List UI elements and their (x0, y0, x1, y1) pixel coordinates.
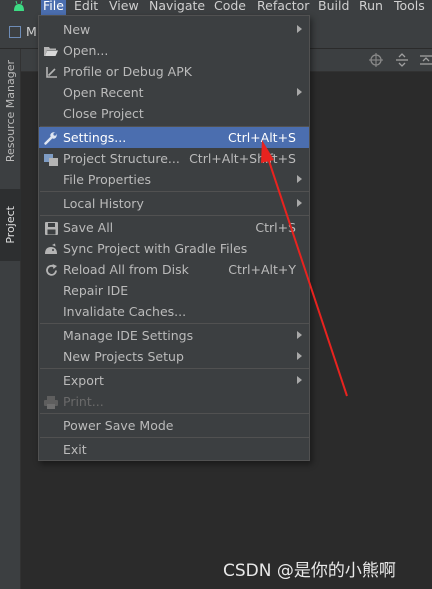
menu-item-label: Close Project (63, 106, 144, 121)
menu-separator (40, 323, 310, 324)
menu-item-shortcut: Ctrl+Alt+Y (228, 262, 296, 277)
menu-build[interactable]: Build (316, 0, 351, 15)
project-name[interactable]: M (26, 24, 37, 39)
gradle-sync-icon (43, 241, 59, 257)
submenu-arrow-icon (297, 25, 302, 33)
menu-item-sync-gradle[interactable]: Sync Project with Gradle Files (39, 238, 309, 259)
menu-item-label: Invalidate Caches... (63, 304, 187, 319)
menu-item-repair-ide[interactable]: Repair IDE (39, 280, 309, 301)
menu-item-new[interactable]: New (39, 19, 309, 40)
folder-open-icon (43, 43, 59, 59)
menu-item-save-all[interactable]: Save All Ctrl+S (39, 217, 309, 238)
menu-separator (40, 413, 310, 414)
submenu-arrow-icon (297, 376, 302, 384)
menu-item-reload-from-disk[interactable]: Reload All from Disk Ctrl+Alt+Y (39, 259, 309, 280)
submenu-arrow-icon (297, 199, 302, 207)
menu-item-label: New (63, 22, 91, 37)
profile-apk-icon (43, 64, 59, 80)
submenu-arrow-icon (297, 331, 302, 339)
menu-bar: File Edit View Navigate Code Refactor Bu… (0, 0, 432, 15)
menu-item-label: Export (63, 373, 104, 388)
menu-item-label: Open... (63, 43, 109, 58)
project-folder-icon[interactable] (9, 26, 21, 38)
menu-item-label: New Projects Setup (63, 349, 184, 364)
menu-item-label: Open Recent (63, 85, 144, 100)
locate-icon[interactable] (369, 53, 383, 67)
submenu-arrow-icon (297, 352, 302, 360)
menu-refactor[interactable]: Refactor (255, 0, 311, 15)
tab-project-label: Project (4, 206, 17, 244)
menu-item-exit[interactable]: Exit (39, 439, 309, 460)
menu-item-label: Exit (63, 442, 87, 457)
menu-item-manage-ide-settings[interactable]: Manage IDE Settings (39, 325, 309, 346)
watermark: CSDN @是你的小熊啊 (223, 561, 396, 581)
menu-item-project-structure[interactable]: Project Structure... Ctrl+Alt+Shift+S (39, 148, 309, 169)
menu-view[interactable]: View (107, 0, 141, 15)
menu-item-export[interactable]: Export (39, 370, 309, 391)
print-icon (43, 394, 59, 410)
wrench-icon (43, 130, 59, 146)
menu-item-shortcut: Ctrl+Alt+Shift+S (189, 151, 296, 166)
menu-item-label: Sync Project with Gradle Files (63, 241, 248, 256)
menu-separator (40, 437, 310, 438)
menu-item-label: Repair IDE (63, 283, 129, 298)
menu-item-new-projects-setup[interactable]: New Projects Setup (39, 346, 309, 367)
menu-item-invalidate-caches[interactable]: Invalidate Caches... (39, 301, 309, 322)
menu-item-settings[interactable]: Settings... Ctrl+Alt+S (39, 127, 309, 148)
expand-all-icon[interactable] (395, 53, 409, 67)
menu-item-shortcut: Ctrl+Alt+S (227, 130, 296, 145)
menu-item-open[interactable]: Open... (39, 40, 309, 61)
tab-resource-manager-label: Resource Manager (4, 59, 17, 163)
menu-item-label: Profile or Debug APK (63, 64, 192, 79)
collapse-all-icon[interactable] (419, 53, 432, 67)
menu-separator (40, 368, 310, 369)
menu-item-label: Project Structure... (63, 151, 180, 166)
project-structure-icon (43, 151, 59, 167)
menu-separator (40, 215, 310, 216)
menu-item-label: File Properties (63, 172, 152, 187)
menu-item-label: Print... (63, 394, 104, 409)
menu-item-profile-debug-apk[interactable]: Profile or Debug APK (39, 61, 309, 82)
submenu-arrow-icon (297, 175, 302, 183)
save-icon (43, 220, 59, 236)
menu-item-label: Power Save Mode (63, 418, 174, 433)
menu-item-label: Manage IDE Settings (63, 328, 194, 343)
menu-separator (40, 191, 310, 192)
menu-item-label: Settings... (63, 130, 127, 145)
reload-icon (43, 262, 59, 278)
tab-project[interactable]: Project (0, 189, 21, 261)
menu-item-file-properties[interactable]: File Properties (39, 169, 309, 190)
menu-code[interactable]: Code (212, 0, 248, 15)
left-tool-stripe: Resource Manager Project (0, 49, 21, 589)
menu-navigate[interactable]: Navigate (147, 0, 207, 15)
menu-tools[interactable]: Tools (392, 0, 427, 15)
tab-resource-manager[interactable]: Resource Manager (0, 49, 21, 173)
file-menu-dropdown: New Open... Profile or Debug APK Open Re… (38, 15, 310, 461)
menu-item-label: Reload All from Disk (63, 262, 189, 277)
menu-item-local-history[interactable]: Local History (39, 193, 309, 214)
menu-file[interactable]: File (41, 0, 66, 15)
menu-item-label: Local History (63, 196, 144, 211)
menu-item-open-recent[interactable]: Open Recent (39, 82, 309, 103)
menu-item-close-project[interactable]: Close Project (39, 103, 309, 124)
menu-item-print: Print... (39, 391, 309, 412)
menu-edit[interactable]: Edit (72, 0, 100, 15)
menu-item-shortcut: Ctrl+S (255, 220, 296, 235)
menu-run[interactable]: Run (357, 0, 385, 15)
submenu-arrow-icon (297, 88, 302, 96)
menu-item-label: Save All (63, 220, 114, 235)
menu-item-power-save-mode[interactable]: Power Save Mode (39, 415, 309, 436)
android-studio-icon[interactable] (12, 0, 26, 12)
